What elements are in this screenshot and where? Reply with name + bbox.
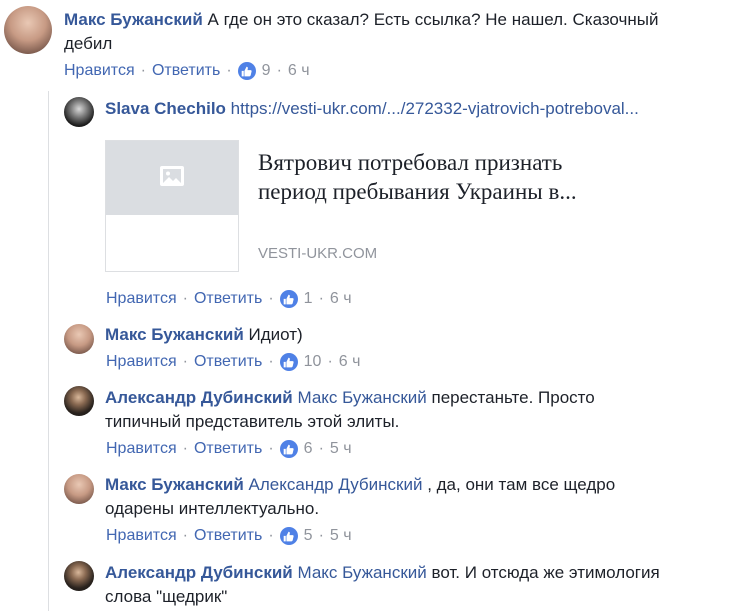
reply-body: Slava Chechilo https://vesti-ukr.com/...… [105,97,735,121]
separator-dot: · [276,62,282,79]
like-link[interactable]: Нравится [106,526,177,546]
reply-actions: Нравится · Ответить · 1 · 6 ч [106,289,352,309]
mention-link[interactable]: Макс Бужанский [297,563,426,582]
separator-dot: · [318,527,324,544]
reply-link[interactable]: Ответить [194,439,262,459]
thumbs-up-icon[interactable] [279,290,298,308]
reply-text: , да, они там все щедро [427,475,616,494]
separator-dot: · [268,290,274,307]
reply-link[interactable]: Ответить [152,61,220,81]
like-link[interactable]: Нравится [64,61,135,81]
like-count[interactable]: 1 [304,289,313,309]
shared-link[interactable]: https://vesti-ukr.com/.../272332-vjatrov… [231,99,639,118]
separator-dot: · [268,527,274,544]
timestamp[interactable]: 5 ч [330,439,352,459]
timestamp[interactable]: 6 ч [330,289,352,309]
comment-text: А где он это сказал? Есть ссылка? Не наш… [207,10,659,29]
timestamp[interactable]: 5 ч [330,526,352,546]
separator-dot: · [182,353,188,370]
separator-dot: · [182,440,188,457]
separator-dot: · [268,353,274,370]
thumbs-up-icon[interactable] [279,527,298,545]
avatar[interactable] [64,561,94,591]
mention-link[interactable]: Александр Дубинский [249,475,423,494]
reply-thread-border [48,91,49,611]
separator-dot: · [268,440,274,457]
separator-dot: · [182,527,188,544]
avatar[interactable] [64,386,94,416]
mention-link[interactable]: Макс Бужанский [297,388,426,407]
separator-dot: · [226,62,232,79]
like-link[interactable]: Нравится [106,352,177,372]
comment-body: Макс Бужанский А где он это сказал? Есть… [64,8,664,32]
reply-link[interactable]: Ответить [194,352,262,372]
reply-text-line2: одарены интеллектуально. [105,499,320,518]
reply-actions: Нравится · Ответить · 5 · 5 ч [106,526,352,546]
link-preview-domain: VESTI-UKR.COM [258,245,378,262]
link-preview-title-line1: Вятрович потребовал признать [258,150,563,175]
reply-author[interactable]: Макс Бужанский [105,325,244,344]
timestamp[interactable]: 6 ч [288,61,310,81]
link-preview-title[interactable]: Вятрович потребовал признать период преб… [258,148,678,206]
image-icon [159,165,185,192]
reply-actions: Нравится · Ответить · 10 · 6 ч [106,352,360,372]
avatar[interactable] [64,97,94,127]
separator-dot: · [318,440,324,457]
reply-body: Макс Бужанский Идиот) [105,323,705,347]
reply-body-line2: типичный представитель этой элиты. [105,410,705,434]
avatar[interactable] [64,324,94,354]
timestamp[interactable]: 6 ч [339,352,361,372]
reply-body: Макс Бужанский Александр Дубинский , да,… [105,473,705,497]
separator-dot: · [182,290,188,307]
reply-body: Александр Дубинский Макс Бужанский вот. … [105,561,705,585]
reply-author[interactable]: Александр Дубинский [105,563,293,582]
comment-author[interactable]: Макс Бужанский [64,10,203,29]
comment-body-line2: дебил [64,32,664,56]
like-count[interactable]: 10 [304,352,322,372]
reply-text: вот. И отсюда же этимология [431,563,660,582]
like-link[interactable]: Нравится [106,439,177,459]
reply-text-line2: типичный представитель этой элиты. [105,412,400,431]
like-count[interactable]: 5 [304,526,313,546]
reply-text-line2: слова "щедрик" [105,587,228,606]
reply-author[interactable]: Александр Дубинский [105,388,293,407]
separator-dot: · [318,290,324,307]
reply-actions: Нравится · Ответить · 6 · 5 ч [106,439,352,459]
link-preview-card[interactable] [105,140,239,272]
comment-text-line2: дебил [64,34,113,53]
thumbs-up-icon[interactable] [279,353,298,371]
reply-link[interactable]: Ответить [194,289,262,309]
thumbs-up-icon[interactable] [279,440,298,458]
link-preview-thumbnail [106,141,238,215]
like-count[interactable]: 6 [304,439,313,459]
reply-body-line2: слова "щедрик" [105,585,705,609]
like-count[interactable]: 9 [262,61,271,81]
link-preview-title-line2: период пребывания Украины в... [258,179,577,204]
separator-dot: · [327,353,333,370]
reply-text: перестаньте. Просто [431,388,595,407]
comment-actions: Нравится · Ответить · 9 · 6 ч [64,61,310,81]
reply-link[interactable]: Ответить [194,526,262,546]
thumbs-up-icon[interactable] [237,62,256,80]
like-link[interactable]: Нравится [106,289,177,309]
avatar[interactable] [64,474,94,504]
reply-body-line2: одарены интеллектуально. [105,497,705,521]
avatar[interactable] [4,6,52,54]
reply-text: Идиот) [248,325,303,344]
reply-author[interactable]: Slava Chechilo [105,99,226,118]
separator-dot: · [140,62,146,79]
reply-author[interactable]: Макс Бужанский [105,475,244,494]
reply-body: Александр Дубинский Макс Бужанский перес… [105,386,705,410]
